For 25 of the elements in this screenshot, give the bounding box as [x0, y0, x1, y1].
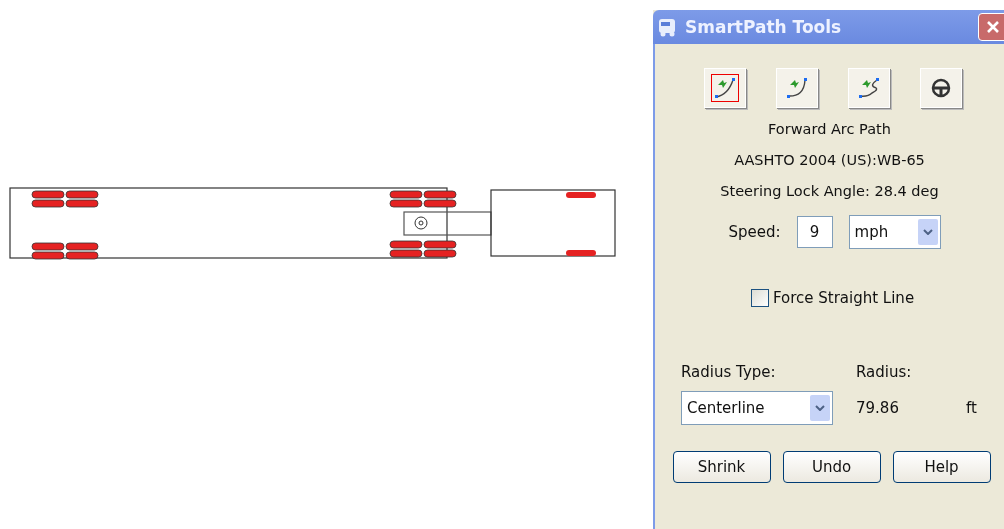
path-tool-button[interactable]	[775, 68, 818, 108]
speed-field[interactable]: 9	[796, 216, 833, 248]
unit-dropdown[interactable]: mph	[848, 215, 941, 249]
force-straight-line-checkbox[interactable]: Force Straight Line	[750, 289, 915, 307]
path-icon	[711, 75, 738, 101]
path-tool-button[interactable]	[847, 68, 890, 108]
info-text: Forward Arc Path	[768, 120, 891, 139]
dialog-button[interactable]: Help	[892, 451, 991, 483]
path-tool-button[interactable]	[703, 68, 746, 108]
close-icon	[986, 20, 1000, 34]
speed-label: Speed:	[728, 223, 781, 241]
radius-type-dropdown[interactable]: Centerline	[681, 391, 833, 425]
dialog-button[interactable]: Undo	[782, 451, 881, 483]
steering-wheel-button[interactable]	[919, 68, 962, 108]
info-text: Steering Lock Angle: 28.4 deg	[720, 182, 939, 201]
chevron-down-icon	[815, 405, 825, 411]
info-text: AASHTO 2004 (US):WB-65	[734, 151, 925, 170]
radius-type-label: Radius Type:	[681, 363, 777, 381]
window-title: SmartPath Tools	[685, 17, 843, 37]
chevron-down-icon	[922, 229, 933, 235]
radius-value: 79.86	[856, 399, 900, 417]
close-button[interactable]	[978, 13, 1004, 41]
dialog-button[interactable]: Shrink	[672, 451, 771, 483]
radius-label: Radius:	[856, 363, 913, 381]
radius-unit: ft	[966, 399, 978, 417]
